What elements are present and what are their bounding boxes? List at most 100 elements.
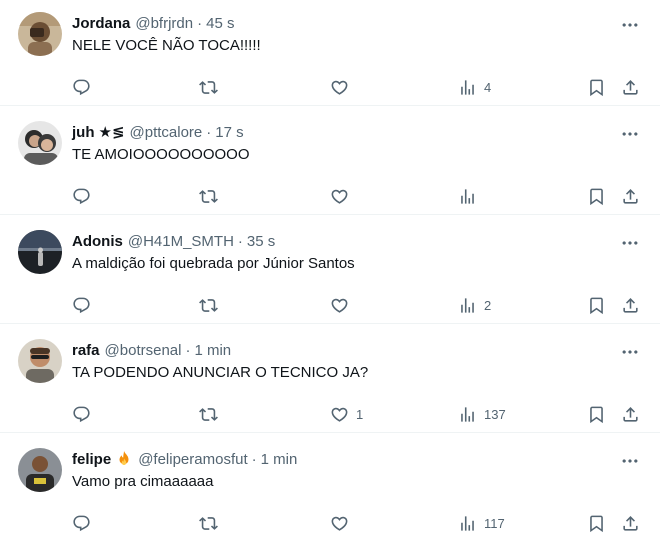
- user-handle[interactable]: @feliperamosfut: [138, 451, 247, 468]
- more-icon: [620, 451, 640, 471]
- views-button[interactable]: [458, 178, 484, 214]
- bookmark-button[interactable]: [587, 505, 606, 535]
- retweet-icon: [199, 405, 218, 424]
- bookmark-icon: [587, 296, 606, 315]
- display-name[interactable]: Adonis: [72, 233, 123, 250]
- like-icon: [330, 514, 349, 533]
- user-handle[interactable]: @pttcalore: [130, 124, 203, 141]
- more-button[interactable]: [612, 124, 648, 144]
- action-bar: 117: [0, 505, 660, 535]
- views-count: 117: [484, 515, 505, 531]
- tweet-header: rafa @botrsenal · 1 min: [72, 340, 231, 360]
- share-button[interactable]: [621, 505, 640, 535]
- timestamp[interactable]: 1 min: [261, 451, 298, 468]
- timestamp[interactable]: 35 s: [247, 233, 275, 250]
- avatar[interactable]: [18, 230, 62, 274]
- bookmark-button[interactable]: [587, 287, 606, 323]
- like-icon: [330, 78, 349, 97]
- avatar[interactable]: [18, 121, 62, 165]
- action-bar: 2: [0, 287, 660, 323]
- tweet[interactable]: Adonis @H41M_SMTH · 35 s A maldição foi …: [0, 215, 660, 324]
- separator-dot: ·: [206, 123, 212, 141]
- avatar-image: [18, 12, 62, 56]
- views-icon: [458, 187, 477, 206]
- more-button[interactable]: [612, 451, 648, 471]
- like-button[interactable]: [330, 69, 356, 105]
- share-button[interactable]: [621, 287, 640, 323]
- like-count: 1: [356, 406, 364, 422]
- more-button[interactable]: [612, 342, 648, 362]
- share-icon: [621, 187, 640, 206]
- tweet-text: TE AMOIOOOOOOOOOO: [72, 146, 250, 163]
- separator-dot: ·: [185, 341, 191, 359]
- share-icon: [621, 296, 640, 315]
- display-name[interactable]: Jordana: [72, 15, 130, 32]
- reply-button[interactable]: [72, 287, 98, 323]
- bookmark-icon: [587, 514, 606, 533]
- share-icon: [621, 78, 640, 97]
- share-button[interactable]: [621, 178, 640, 214]
- views-button[interactable]: 4: [458, 69, 491, 105]
- more-icon: [620, 124, 640, 144]
- tweet-header: felipe @feliperamosfut · 1 min: [72, 449, 297, 469]
- tweet[interactable]: rafa @botrsenal · 1 min TA PODENDO ANUNC…: [0, 324, 660, 433]
- bookmark-button[interactable]: [587, 396, 606, 432]
- like-button[interactable]: 1: [330, 396, 363, 432]
- avatar[interactable]: [18, 339, 62, 383]
- reply-button[interactable]: [72, 178, 98, 214]
- action-bar: [0, 178, 660, 214]
- retweet-button[interactable]: [199, 178, 225, 214]
- reply-button[interactable]: [72, 69, 98, 105]
- views-button[interactable]: 2: [458, 287, 491, 323]
- retweet-button[interactable]: [199, 287, 225, 323]
- name-badge: ★≶: [98, 124, 125, 141]
- tweet[interactable]: Jordana @bfrjrdn · 45 s NELE VOCÊ NÃO TO…: [0, 0, 660, 106]
- more-button[interactable]: [612, 15, 648, 35]
- separator-dot: ·: [237, 232, 243, 250]
- separator-dot: ·: [251, 450, 257, 468]
- share-button[interactable]: [621, 396, 640, 432]
- bookmark-button[interactable]: [587, 69, 606, 105]
- more-button[interactable]: [612, 233, 648, 253]
- avatar-image: [18, 339, 62, 383]
- retweet-button[interactable]: [199, 396, 225, 432]
- retweet-button[interactable]: [199, 505, 225, 535]
- separator-dot: ·: [197, 14, 203, 32]
- views-button[interactable]: 117: [458, 505, 505, 535]
- like-button[interactable]: [330, 178, 356, 214]
- tweet-header: juh ★≶ @pttcalore · 17 s: [72, 122, 244, 142]
- display-name[interactable]: rafa: [72, 342, 100, 359]
- user-handle[interactable]: @bfrjrdn: [135, 15, 193, 32]
- bookmark-button[interactable]: [587, 178, 606, 214]
- views-count: 137: [484, 406, 506, 422]
- like-button[interactable]: [330, 287, 356, 323]
- reply-button[interactable]: [72, 505, 98, 535]
- tweet[interactable]: felipe @feliperamosfut · 1 min Vamo pra …: [0, 433, 660, 535]
- reply-button[interactable]: [72, 396, 98, 432]
- display-name[interactable]: juh: [72, 124, 95, 141]
- like-icon: [330, 187, 349, 206]
- avatar[interactable]: [18, 12, 62, 56]
- avatar[interactable]: [18, 448, 62, 492]
- timestamp[interactable]: 17 s: [215, 124, 243, 141]
- user-handle[interactable]: @botrsenal: [105, 342, 182, 359]
- user-handle[interactable]: @H41M_SMTH: [128, 233, 234, 250]
- more-icon: [620, 233, 640, 253]
- timestamp[interactable]: 1 min: [194, 342, 231, 359]
- share-icon: [621, 514, 640, 533]
- retweet-icon: [199, 296, 218, 315]
- fire-emoji: [115, 450, 133, 468]
- views-button[interactable]: 137: [458, 396, 506, 432]
- retweet-button[interactable]: [199, 69, 225, 105]
- tweet[interactable]: juh ★≶ @pttcalore · 17 s TE AMOIOOOOOOOO…: [0, 106, 660, 215]
- bookmark-icon: [587, 78, 606, 97]
- like-icon: [330, 405, 349, 424]
- reply-icon: [72, 296, 91, 315]
- tweet-text: TA PODENDO ANUNCIAR O TECNICO JA?: [72, 364, 369, 381]
- timestamp[interactable]: 45 s: [206, 15, 234, 32]
- views-icon: [458, 296, 477, 315]
- display-name[interactable]: felipe: [72, 451, 111, 468]
- like-button[interactable]: [330, 505, 356, 535]
- share-button[interactable]: [621, 69, 640, 105]
- avatar-image: [18, 121, 62, 165]
